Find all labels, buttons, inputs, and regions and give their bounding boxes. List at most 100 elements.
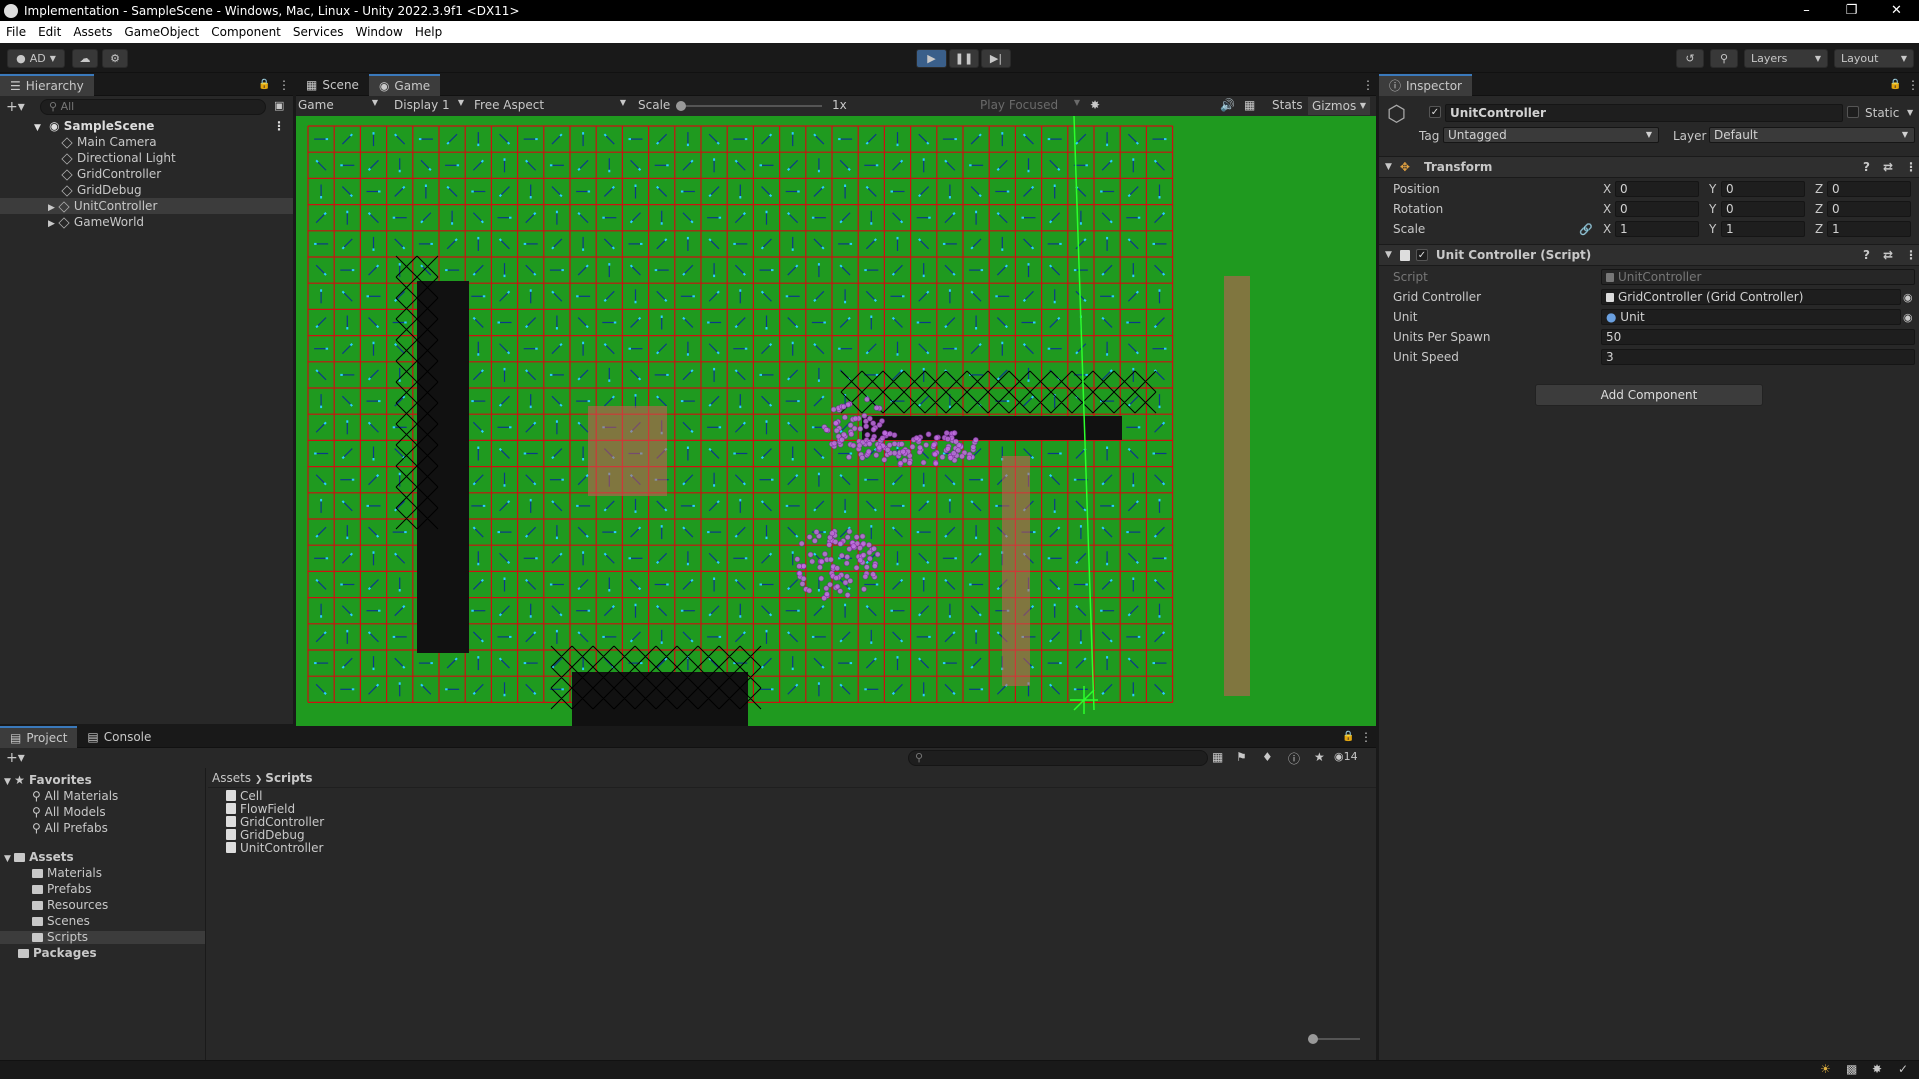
rotation-z-field[interactable]: 0 [1827,201,1911,217]
transform-header[interactable]: ▼ ✥ Transform ? ⇄ ⋮ [1379,156,1919,178]
unit-field[interactable]: ● Unit [1601,309,1901,325]
check-circle-icon[interactable]: ✓ [1898,1062,1908,1076]
assets-row[interactable]: ▼ Assets [0,851,205,865]
game-mode-dropdown[interactable]: Game ▼ [298,98,382,112]
chevron-down-icon[interactable]: ▼ [1907,108,1913,117]
folder-item[interactable]: Scenes [0,915,205,928]
hierarchy-item-selected[interactable]: ▶ UnitController [0,198,293,214]
menu-edit[interactable]: Edit [32,25,67,39]
tag-dropdown[interactable]: Untagged ▼ [1443,127,1659,143]
expand-arrow-icon[interactable]: ▼ [34,123,41,133]
preset-icon[interactable]: ⇄ [1883,160,1893,174]
hierarchy-item[interactable]: Directional Light [0,150,293,166]
tab-game[interactable]: ◉ Game [368,73,441,96]
favorite-item[interactable]: ⚲ All Models [0,806,205,819]
expand-arrow-icon[interactable]: ▶ [48,219,55,229]
add-object-button[interactable]: +▾ [6,99,25,115]
help-icon[interactable]: ? [1863,160,1870,174]
aspect-dropdown[interactable]: Free Aspect ▼ [474,98,630,112]
tab-project[interactable]: ▤ Project [0,725,78,748]
kebab-menu-icon[interactable]: ⋮ [1907,78,1919,92]
layout-dropdown[interactable]: Layout ▼ [1834,49,1914,68]
preset-icon[interactable]: ⇄ [1883,248,1893,262]
maximize-button[interactable]: ❐ [1829,0,1874,21]
expand-arrow-icon[interactable]: ▼ [4,777,14,787]
favorites-row[interactable]: ▼ ★ Favorites [0,774,205,788]
file-item[interactable]: GridDebug [226,829,1376,842]
kebab-menu-icon[interactable]: ⋮ [1905,160,1917,174]
history-button[interactable]: ↺ [1676,49,1704,68]
favorite-item[interactable]: ⚲ All Prefabs [0,822,205,835]
network-icon[interactable]: ▩ [1846,1062,1857,1076]
menu-services[interactable]: Services [287,25,350,39]
menu-help[interactable]: Help [409,25,448,39]
hierarchy-search-input[interactable]: ⚲ All [40,99,266,115]
account-dropdown[interactable]: ● AD ▼ [7,49,65,68]
tab-console[interactable]: ▤ Console [77,726,161,748]
stats-button[interactable]: Stats [1272,98,1303,112]
object-picker-icon[interactable]: ◉ [1903,311,1913,324]
kebab-menu-icon[interactable]: ⋮ [1905,248,1917,262]
file-item[interactable]: UnitController [226,842,1376,855]
scene-row[interactable]: ▼ ◉ SampleScene ⋮ [0,118,293,134]
menu-gameobject[interactable]: GameObject [118,25,205,39]
icon-size-slider-handle[interactable] [1308,1034,1318,1044]
breadcrumb-scripts[interactable]: Scripts [265,771,312,785]
tag-icon[interactable]: ♦ [1262,750,1273,764]
rotation-y-field[interactable]: 0 [1721,201,1805,217]
cloud-button[interactable]: ☁ [72,49,98,68]
link-icon[interactable]: 🔗 [1579,223,1593,236]
grid-controller-field[interactable]: GridController (Grid Controller) [1601,289,1901,305]
scale-slider[interactable] [676,101,822,111]
lightbulb-icon[interactable]: ☀ [1820,1062,1831,1076]
tab-inspector[interactable]: ⓘ Inspector [1379,73,1472,96]
folder-item[interactable]: Materials [0,867,205,880]
object-name-field[interactable]: UnitController [1445,104,1843,122]
units-per-spawn-field[interactable]: 50 [1601,329,1915,345]
file-item[interactable]: GridController [226,816,1376,829]
hierarchy-item[interactable]: ▶ GameWorld [0,214,293,230]
menu-file[interactable]: File [0,25,32,39]
active-checkbox[interactable]: ✓ [1429,106,1441,118]
collapse-arrow-icon[interactable]: ▼ [1385,250,1392,260]
kebab-menu-icon[interactable]: ⋮ [1362,78,1374,92]
packages-row[interactable]: Packages [0,947,205,960]
favorite-item[interactable]: ⚲ All Materials [0,790,205,803]
close-button[interactable]: ✕ [1874,0,1919,21]
debug-icon[interactable]: ✸ [1872,1062,1882,1076]
lock-icon[interactable]: 🔒 [258,79,270,90]
hidden-packages-count[interactable]: ◉14 [1334,750,1358,763]
scale-slider-handle[interactable] [676,101,686,111]
position-z-field[interactable]: 0 [1827,181,1911,197]
play-button[interactable]: ▶ [916,49,947,68]
unit-controller-header[interactable]: ▼ ✓ Unit Controller (Script) ? ⇄ ⋮ [1379,244,1919,266]
folder-item[interactable]: Resources [0,899,205,912]
file-item[interactable]: Cell [226,790,1376,803]
position-x-field[interactable]: 0 [1615,181,1699,197]
expand-arrow-icon[interactable]: ▼ [4,854,14,864]
hierarchy-item[interactable]: GridDebug [0,182,293,198]
scale-y-field[interactable]: 1 [1721,221,1805,237]
collab-button[interactable]: ⚙ [102,49,128,68]
collapse-arrow-icon[interactable]: ▼ [1385,162,1392,172]
help-icon[interactable]: ? [1863,248,1870,262]
expand-arrow-icon[interactable]: ▶ [48,203,55,213]
file-item[interactable]: FlowField [226,803,1376,816]
component-enabled-checkbox[interactable]: ✓ [1415,249,1428,261]
search-options-icon[interactable]: ▣ [274,99,284,112]
tab-scene[interactable]: ▦ Scene [296,74,369,96]
step-button[interactable]: ▶| [981,49,1011,68]
play-focused-dropdown[interactable]: Play Focused ▼ [980,98,1080,112]
breadcrumb-assets[interactable]: Assets [212,771,251,785]
pause-button[interactable]: ❚❚ [949,49,979,68]
tab-hierarchy[interactable]: ☰ Hierarchy [0,73,94,96]
rotation-x-field[interactable]: 0 [1615,201,1699,217]
menu-component[interactable]: Component [205,25,287,39]
grid-icon[interactable]: ▦ [1244,98,1255,112]
object-picker-icon[interactable]: ◉ [1903,291,1913,304]
lock-icon[interactable]: 🔒 [1889,79,1901,90]
star-icon[interactable]: ★ [1314,750,1325,764]
folder-item[interactable]: Prefabs [0,883,205,896]
kebab-menu-icon[interactable]: ⋮ [273,118,285,134]
search-by-type-icon[interactable]: ▦ [1212,750,1223,764]
